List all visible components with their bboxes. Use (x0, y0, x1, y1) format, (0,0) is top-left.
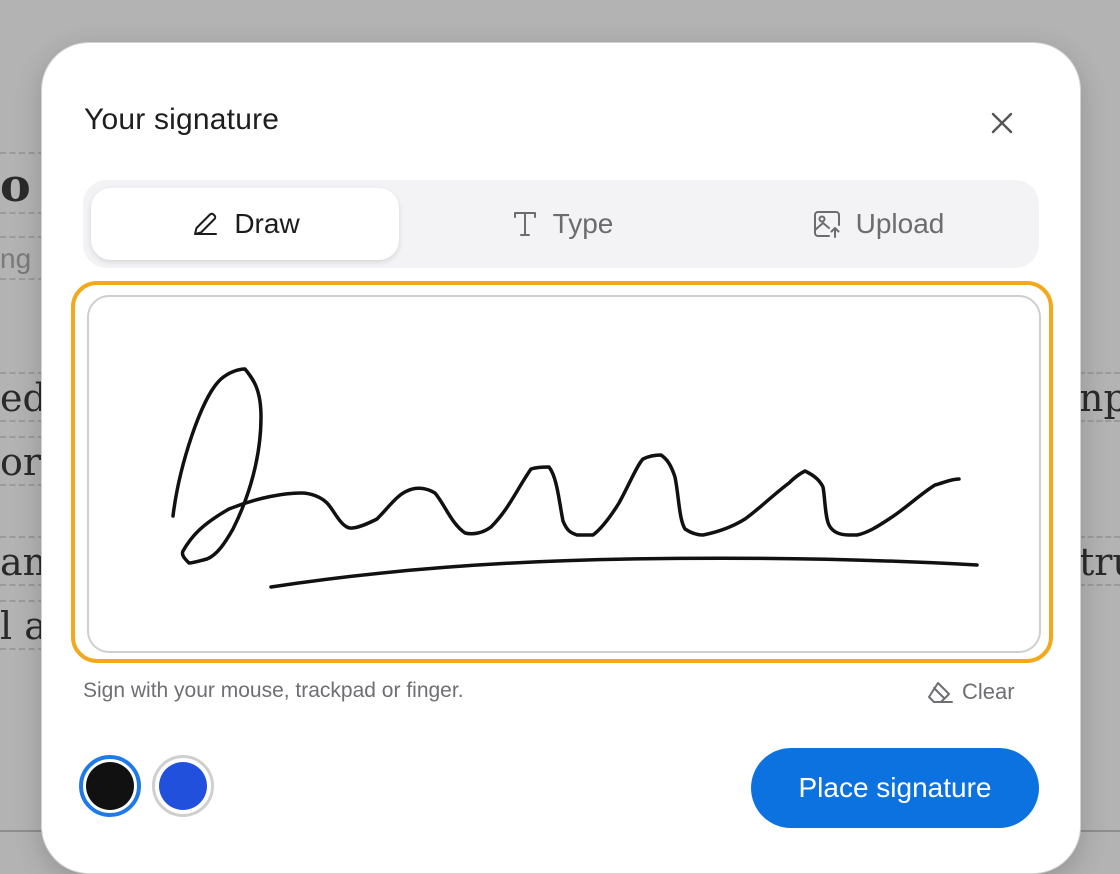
doc-text: o (0, 158, 31, 212)
tab-draw-label: Draw (234, 208, 300, 239)
signature-stroke (171, 367, 979, 589)
place-signature-label: Place signature (798, 772, 992, 803)
eraser-icon (928, 682, 953, 703)
doc-fragment: npa (1079, 372, 1120, 422)
text-icon (513, 212, 536, 236)
doc-fragment: tru (1079, 536, 1120, 586)
swatch-fill (86, 762, 134, 810)
signature-stroke-underline (269, 556, 979, 589)
close-icon (991, 112, 1013, 134)
doc-text: ed, (0, 376, 44, 420)
clear-button[interactable]: Clear (926, 675, 1015, 709)
swatch-fill (159, 762, 207, 810)
color-swatch-blue[interactable] (152, 755, 214, 817)
signature-mode-tabs: Draw Type Upload (83, 180, 1039, 268)
dialog-title: Your signature (84, 103, 280, 136)
clear-label: Clear (962, 679, 1015, 704)
color-swatch-black[interactable] (79, 755, 141, 817)
doc-text: tru (1079, 540, 1120, 584)
signature-pad[interactable] (87, 295, 1041, 653)
doc-text: l at (0, 604, 44, 648)
doc-text: am (0, 540, 44, 584)
doc-fragment: am (0, 536, 44, 586)
signature-dialog: Your signature Draw Type Upload Sign wit… (41, 42, 1081, 874)
doc-text: or t (0, 440, 44, 484)
tab-upload-label: Upload (855, 208, 945, 239)
close-button[interactable] (982, 103, 1022, 143)
place-signature-button[interactable]: Place signature (751, 748, 1039, 828)
signature-hint: Sign with your mouse, trackpad or finger… (83, 679, 464, 702)
pencil-icon (194, 212, 218, 235)
tab-draw[interactable]: Draw (91, 188, 399, 260)
tab-type-label: Type (552, 208, 614, 239)
doc-fragment: ng (0, 236, 44, 280)
tab-upload[interactable]: Upload (725, 188, 1031, 260)
tab-type[interactable]: Type (409, 188, 715, 260)
image-upload-icon (813, 211, 840, 238)
doc-fragment: l at (0, 600, 44, 650)
signature-pad-focus-ring (71, 281, 1053, 663)
doc-fragment: o (0, 152, 44, 214)
doc-text: ng (0, 243, 32, 274)
doc-fragment: or t (0, 436, 44, 486)
signature-stroke-main (171, 367, 961, 565)
doc-text: npa (1079, 376, 1120, 420)
doc-fragment: ed, (0, 372, 44, 422)
